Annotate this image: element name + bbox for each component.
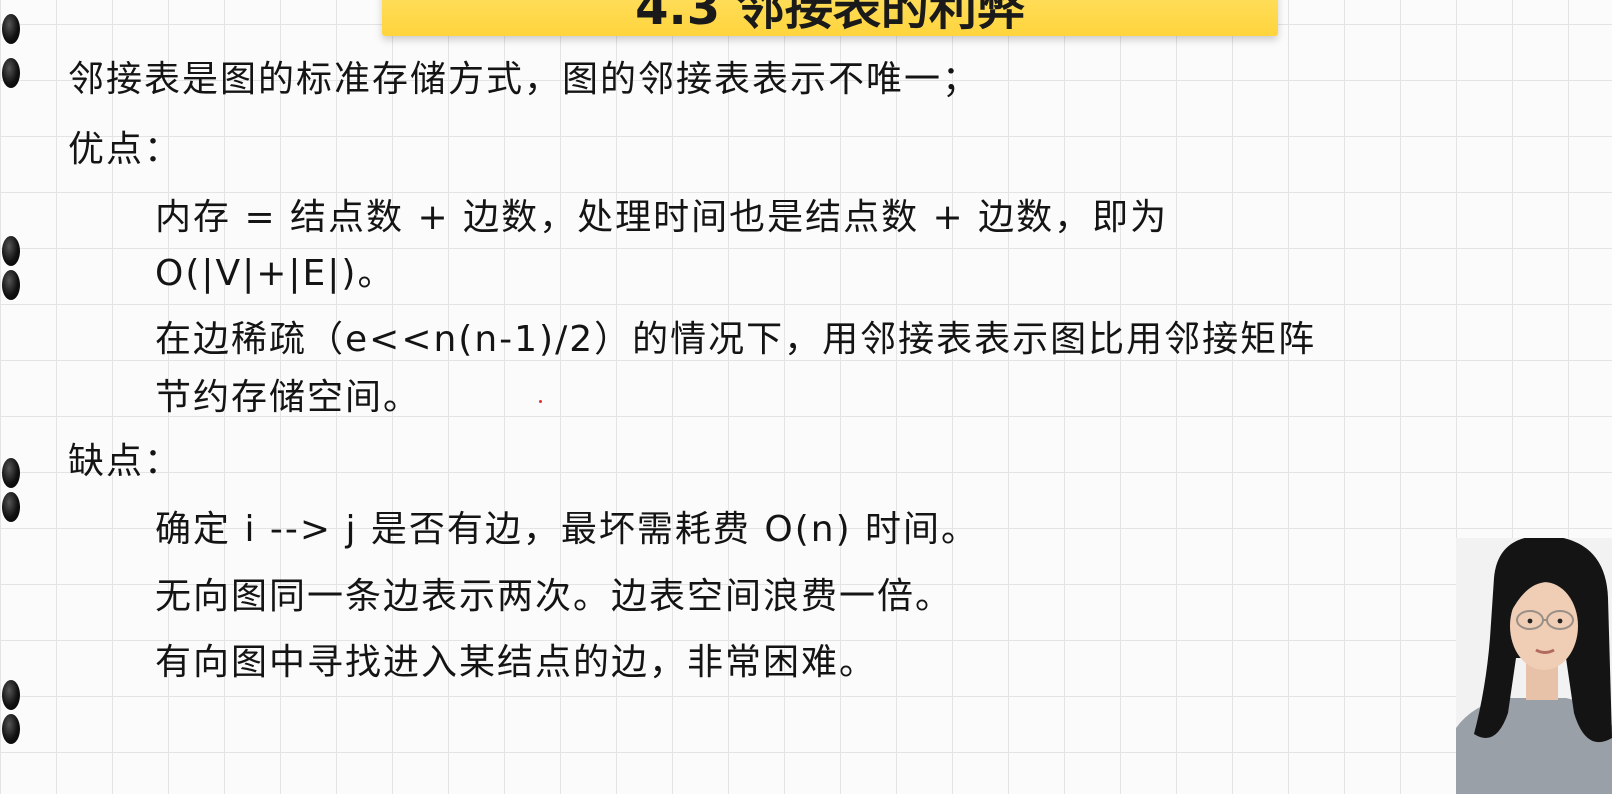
binder-ring-icon xyxy=(2,270,20,300)
slide-title: 4.3 邻接表的利弊 xyxy=(635,0,1025,36)
advantages-heading: 优点： xyxy=(68,129,183,170)
advantage-item: 内存 = 结点数 + 边数，处理时间也是结点数 + 边数，即为 xyxy=(155,197,1169,238)
title-banner: 4.3 邻接表的利弊 xyxy=(382,0,1278,36)
intro-text: 邻接表是图的标准存储方式，图的邻接表表示不唯一； xyxy=(68,59,981,100)
presenter-figure xyxy=(1456,538,1612,794)
advantage-item: O(|V|+|E|)。 xyxy=(155,253,396,294)
binder-ring-icon xyxy=(2,236,20,266)
binder-ring-icon xyxy=(2,714,20,744)
laser-pointer-dot xyxy=(539,400,542,403)
binder-ring-icon xyxy=(2,492,20,522)
notebook-binder xyxy=(0,0,24,794)
advantage-item: 节约存储空间。 xyxy=(155,377,422,418)
binder-ring-icon xyxy=(2,680,20,710)
disadvantage-item: 无向图同一条边表示两次。边表空间浪费一倍。 xyxy=(155,576,954,617)
advantage-item: 在边稀疏（e<<n(n-1)/2）的情况下，用邻接表表示图比用邻接矩阵 xyxy=(155,319,1317,360)
presenter-video-overlay xyxy=(1456,538,1612,794)
disadvantage-item: 有向图中寻找进入某结点的边，非常困难。 xyxy=(155,642,878,683)
disadvantages-heading: 缺点： xyxy=(68,441,183,482)
binder-ring-icon xyxy=(2,14,20,44)
disadvantage-item: 确定 i --> j 是否有边，最坏需耗费 O(n) 时间。 xyxy=(155,509,980,550)
binder-ring-icon xyxy=(2,458,20,488)
binder-ring-icon xyxy=(2,58,20,88)
